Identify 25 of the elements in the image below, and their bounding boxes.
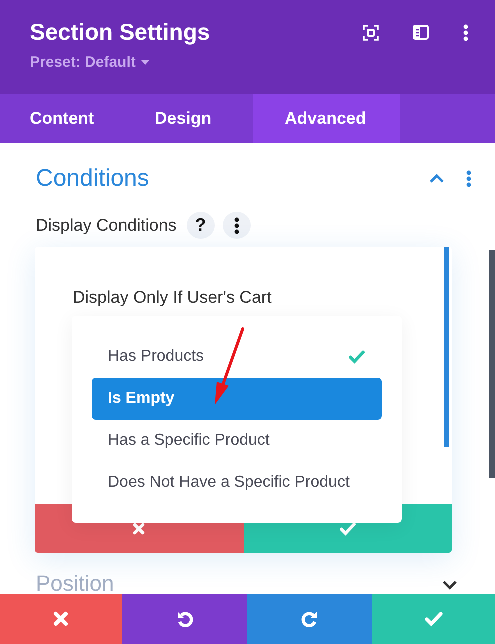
tab[interactable]: Content: [0, 94, 125, 143]
more-icon: [234, 216, 240, 234]
close-icon: [51, 609, 71, 629]
condition-label: Display Only If User's Cart: [72, 287, 273, 308]
dropdown-option[interactable]: Has a Specific Product: [92, 420, 382, 462]
help-button[interactable]: ?: [186, 212, 215, 239]
sidebar-layout-icon[interactable]: [413, 25, 429, 40]
check-icon: [348, 348, 366, 366]
caret-icon[interactable]: [140, 60, 150, 66]
more-icon: [463, 24, 469, 42]
preset-selector[interactable]: Preset: Default: [30, 54, 136, 71]
dropdown-option[interactable]: Does Not Have a Specific Product: [92, 462, 382, 504]
section-title[interactable]: Conditions: [36, 165, 428, 193]
field-label: Display Conditions: [36, 216, 177, 236]
panel-title: Section Settings: [30, 19, 212, 46]
more-icon: [466, 170, 472, 188]
scrollbar[interactable]: [489, 250, 495, 478]
tab[interactable]: Design: [125, 94, 253, 143]
check-icon: [424, 609, 444, 629]
dropdown-option[interactable]: Is Empty: [92, 378, 382, 420]
tab[interactable]: Advanced: [253, 94, 400, 143]
scrollbar[interactable]: [444, 247, 449, 447]
more-button[interactable]: [222, 212, 251, 239]
fullscreen-icon[interactable]: [363, 24, 379, 40]
dropdown-option[interactable]: Has Products: [92, 336, 382, 378]
